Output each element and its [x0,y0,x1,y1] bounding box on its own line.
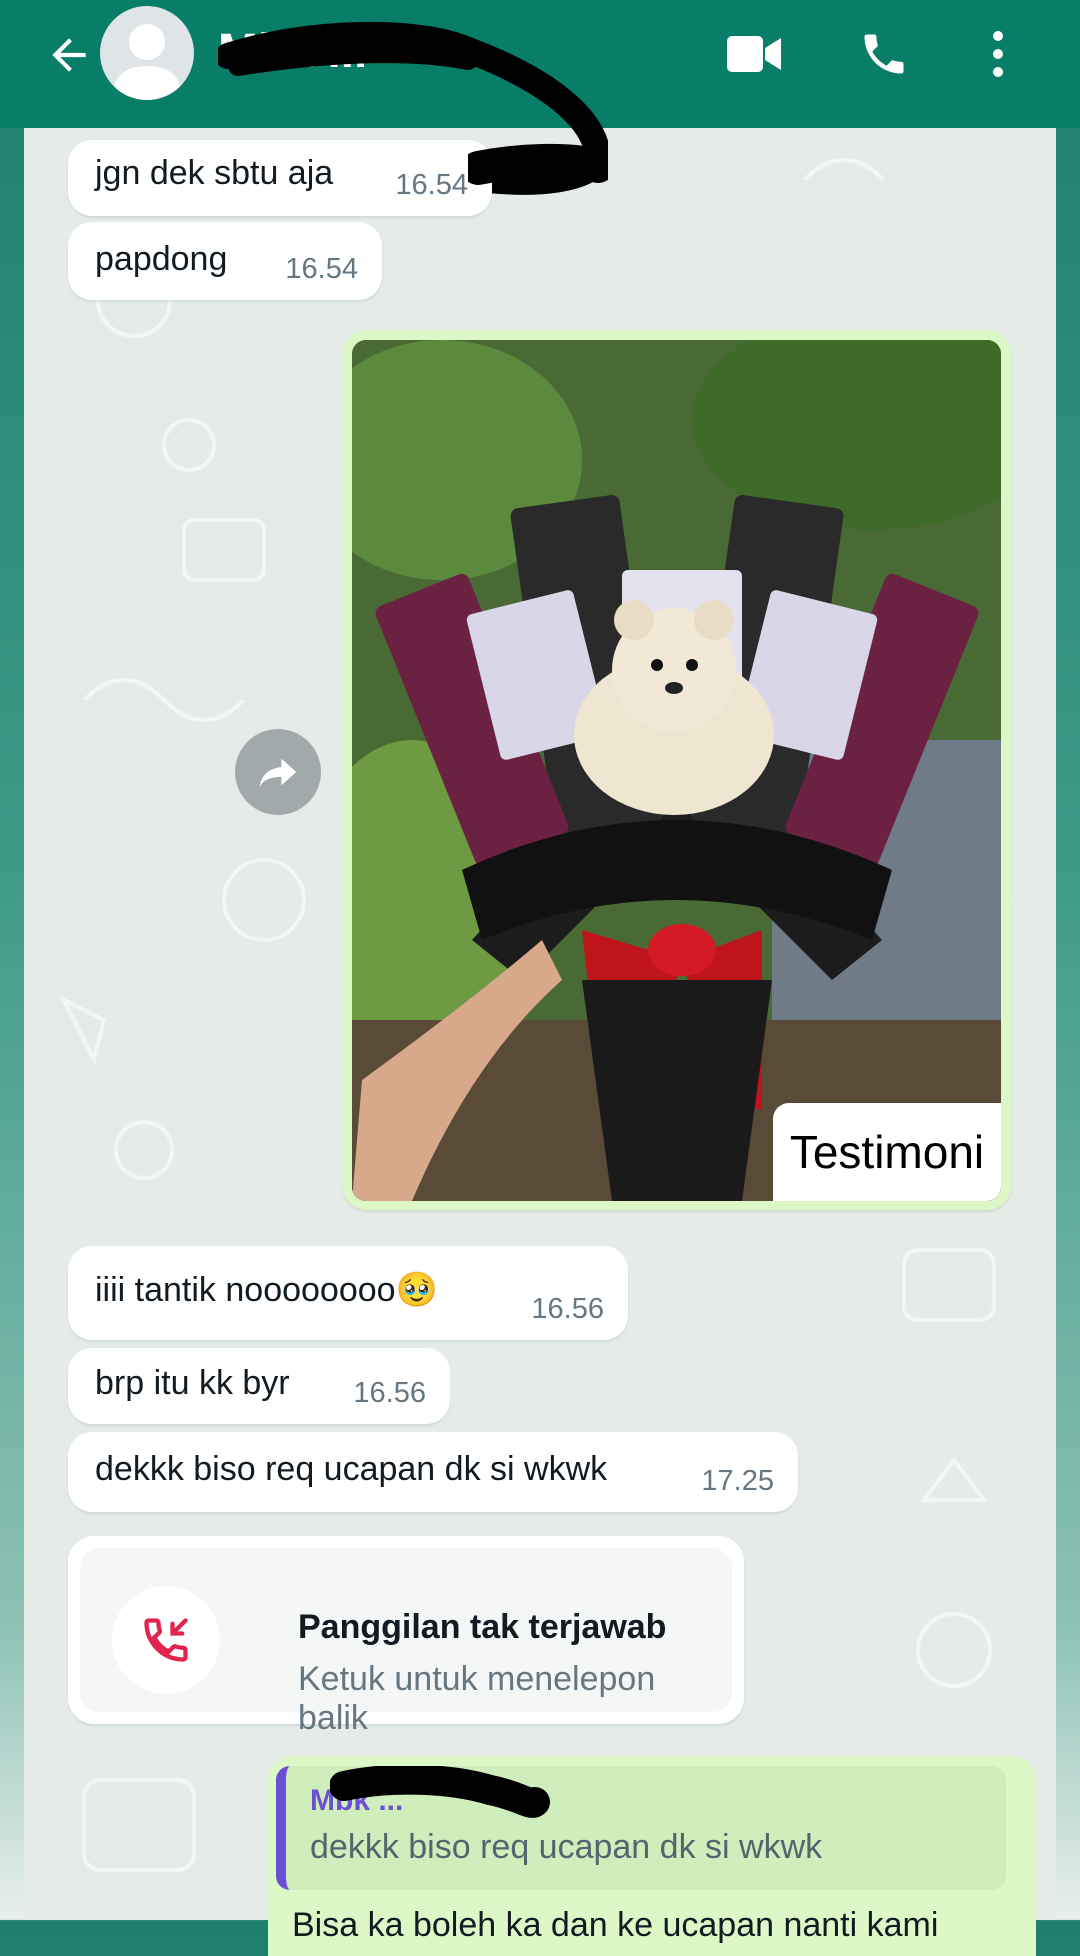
bouquet-photo[interactable]: Testimoni [352,340,1001,1201]
message-time: 16.54 [285,253,358,285]
message-time: 16.56 [353,1377,426,1409]
message-text: brp itu kk byr [95,1364,290,1402]
missed-call-icon-wrap [112,1586,220,1694]
message-time: 16.56 [531,1293,604,1325]
message-bubble[interactable]: dekkk biso req ucapan dk si wkwk 17.25 [68,1432,798,1512]
reply-message[interactable]: Mbk ... dekkk biso req ucapan dk si wkwk… [268,1756,1036,1956]
message-text: dekkk biso req ucapan dk si wkwk [95,1450,608,1488]
message-time: 17.25 [701,1465,774,1497]
missed-call-title: Panggilan tak terjawab [298,1608,667,1646]
quoted-message[interactable]: Mbk ... dekkk biso req ucapan dk si wkwk [276,1766,1006,1890]
reply-text: Bisa ka boleh ka dan ke ucapan nanti kam… [292,1906,939,1944]
missed-call-icon [144,1618,188,1662]
chat-header: Mbk ... [0,0,1080,128]
avatar-icon [112,24,182,100]
message-text: papdong [95,240,228,278]
forward-button[interactable] [235,729,321,815]
quoted-text: dekkk biso req ucapan dk si wkwk [310,1828,823,1866]
voice-call-icon[interactable] [858,28,910,80]
back-arrow-icon[interactable] [44,30,94,80]
missed-call-card[interactable]: Panggilan tak terjawab Ketuk untuk menel… [68,1536,744,1737]
image-message[interactable]: Testimoni [343,330,1011,1210]
missed-call-inner: Panggilan tak terjawab Ketuk untuk menel… [80,1548,732,1737]
image-caption: Testimoni [773,1103,1001,1201]
message-text: iiii tantik noooooooo🥹 [95,1271,438,1309]
message-bubble[interactable]: jgn dek sbtu aja 16.54 [68,140,492,216]
quoted-sender: Mbk ... [310,1784,404,1817]
message-time: 16.54 [395,169,468,201]
contact-name[interactable]: Mbk ... [218,24,458,79]
message-bubble[interactable]: brp itu kk byr 16.56 [68,1348,450,1424]
message-bubble[interactable]: papdong 16.54 [68,222,382,300]
message-text: jgn dek sbtu aja [95,154,334,192]
video-call-icon[interactable] [725,32,783,76]
missed-call-subtitle: Ketuk untuk menelepon balik [298,1660,656,1737]
forward-icon [259,758,297,787]
bouquet-image [352,340,1001,1201]
message-bubble[interactable]: iiii tantik noooooooo🥹 16.56 [68,1246,628,1340]
more-vert-icon[interactable] [988,28,1008,80]
avatar[interactable] [100,6,194,100]
